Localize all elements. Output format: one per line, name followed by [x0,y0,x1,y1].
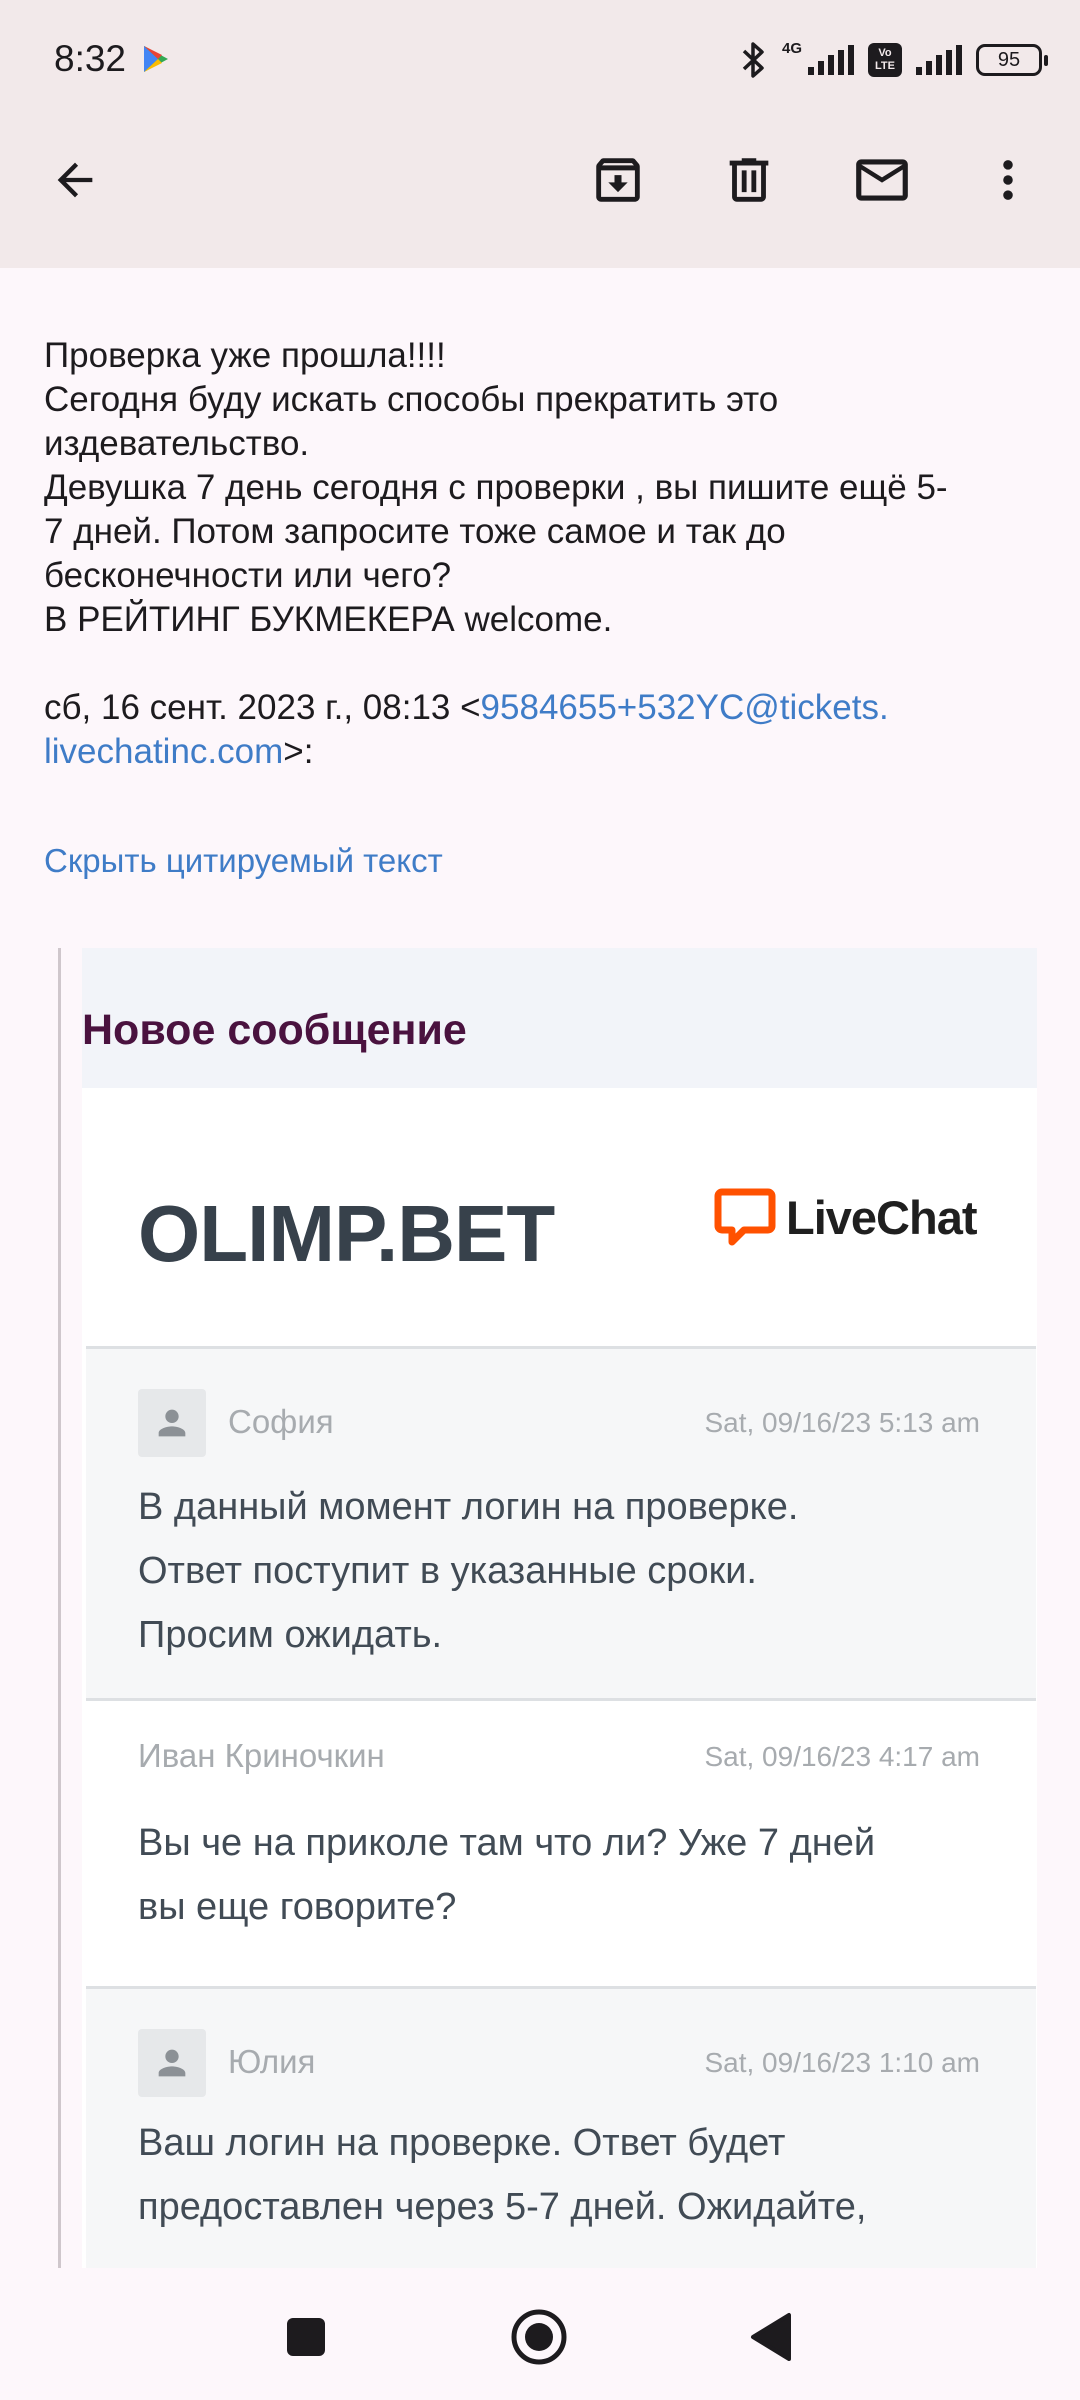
mark-unread-icon [856,159,908,201]
message-line: вы еще говорите? [138,1886,457,1928]
email-body: Проверка уже прошла!!!! Сегодня буду иск… [44,334,1044,642]
top-bar: 8:32 4G Vo LTE 95 [0,0,1080,268]
chat-message: София Sat, 09/16/23 5:13 am В данный мом… [86,1349,1036,1698]
message-time: Sat, 09/16/23 1:10 am [704,2047,980,2078]
avatar [138,2029,206,2097]
message-time: Sat, 09/16/23 4:17 am [704,1741,980,1772]
system-back-button[interactable] [726,2292,816,2382]
person-icon [158,2049,186,2077]
message-author: София [228,1403,334,1440]
person-icon [158,1409,186,1437]
more-vert-icon [1003,160,1013,200]
sender-email-link[interactable]: livechatinc.com [44,732,283,771]
sender-email-link[interactable]: 9584655+532YC@tickets. [481,688,889,727]
bluetooth-icon [742,42,764,78]
email-line: В РЕЙТИНГ БУКМЕКЕРА welcome. [44,600,613,639]
archive-icon [596,158,640,202]
quoted-message: Новое сообщение OLIMP.BET LiveChat София… [82,948,1037,2268]
quote-header-suffix: >: [283,732,314,771]
message-line: В данный момент логин на проверке. [138,1486,799,1528]
home-circle-icon [511,2309,567,2365]
message-author: Юлия [228,2043,316,2080]
chat-message: Иван Криночкин Sat, 09/16/23 4:17 am Вы … [86,1701,1036,1986]
delete-button[interactable] [709,140,789,220]
avatar [138,1389,206,1457]
home-button[interactable] [494,2292,584,2382]
archive-button[interactable] [578,140,658,220]
delete-icon [729,158,769,202]
signal-icon [808,45,854,75]
email-line: 7 дней. Потом запросите тоже самое и так… [44,512,786,551]
hide-quoted-text-link[interactable]: Скрыть цитируемый текст [44,842,443,880]
mark-unread-button[interactable] [842,140,922,220]
recents-button[interactable] [261,2292,351,2382]
new-message-title: Новое сообщение [82,1006,467,1054]
message-text: Вы че на приколе там что ли? Уже 7 дней … [138,1811,978,1939]
message-line: Просим ожидать. [138,1614,443,1656]
volte-icon: Vo LTE [868,43,902,77]
livechat-logo: LiveChat [714,1184,977,1250]
livechat-label: LiveChat [786,1190,977,1244]
quote-bar [58,948,61,2268]
message-line: предоставлен через 5-7 дней. Ожидайте, [138,2186,867,2228]
status-icons: 4G Vo LTE 95 [738,36,1048,84]
chat-message: Юлия Sat, 09/16/23 1:10 am Ваш логин на … [86,1989,1036,2268]
network-type-label: 4G [781,39,802,57]
brand-logo: OLIMP.BET [138,1189,555,1278]
quote-date: сб, 16 сент. 2023 г., 08:13 < [44,688,481,727]
back-button[interactable] [35,140,115,220]
message-text: В данный момент логин на проверке. Ответ… [138,1475,978,1667]
back-triangle-icon [751,2313,791,2361]
status-time: 8:32 [54,38,127,79]
back-arrow-icon [57,162,93,198]
message-line: Ответ поступит в указанные сроки. [138,1550,757,1592]
message-author: Иван Криночкин [138,1737,385,1774]
email-line: издевательство. [44,424,310,463]
email-line: бесконечности или чего? [44,556,452,595]
battery-icon: 95 [976,44,1048,76]
message-text: Ваш логин на проверке. Ответ будет предо… [138,2111,978,2239]
email-line: Проверка уже прошла!!!! [44,336,446,375]
quote-header: сб, 16 сент. 2023 г., 08:13 <9584655+532… [44,686,1044,774]
signal-icon [916,45,962,75]
more-options-button[interactable] [968,140,1048,220]
play-store-icon [144,46,168,72]
message-time: Sat, 09/16/23 5:13 am [704,1407,980,1438]
recents-square-icon [287,2318,325,2356]
message-line: Вы че на приколе там что ли? Уже 7 дней [138,1822,876,1864]
navigation-bar [0,2268,1080,2400]
email-line: Девушка 7 день сегодня с проверки , вы п… [44,468,948,507]
email-line: Сегодня буду искать способы прекратить э… [44,380,779,419]
message-line: Ваш логин на проверке. Ответ будет [138,2122,786,2164]
livechat-icon [714,1188,776,1246]
